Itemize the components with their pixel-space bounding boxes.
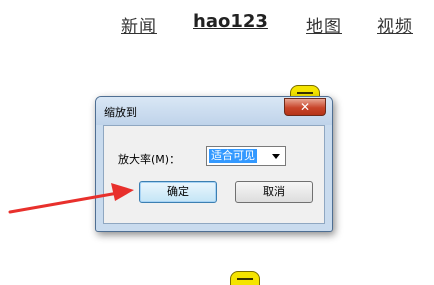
dialog-body: 放大率(M)： 适合可见 确定 取消 (103, 125, 325, 224)
ok-button[interactable]: 确定 (139, 181, 217, 203)
close-button[interactable]: ✕ (284, 98, 326, 116)
nav-link-news[interactable]: 新闻 (121, 12, 157, 37)
close-icon: ✕ (299, 100, 311, 114)
nav-link-video[interactable]: 视频 (377, 12, 413, 37)
zoom-label: 放大率(M)： (118, 153, 181, 166)
dialog-title: 缩放到 (104, 106, 137, 119)
cancel-button[interactable]: 取消 (235, 181, 313, 203)
nav-link-map[interactable]: 地图 (306, 12, 342, 37)
dialog-titlebar[interactable]: 缩放到 ✕ (96, 97, 332, 125)
page: 新闻 hao123 地图 视频 缩放到 ✕ 放大率(M)： 适合可见 确定 取消 (0, 0, 434, 285)
zoom-dialog: 缩放到 ✕ 放大率(M)： 适合可见 确定 取消 (95, 96, 333, 232)
zoom-select-value: 适合可见 (209, 149, 257, 163)
zoom-select[interactable]: 适合可见 (206, 146, 286, 166)
collapse-minus-icon-bottom[interactable] (230, 271, 260, 285)
nav-link-hao123[interactable]: hao123 (193, 11, 268, 32)
chevron-down-icon (272, 154, 280, 159)
